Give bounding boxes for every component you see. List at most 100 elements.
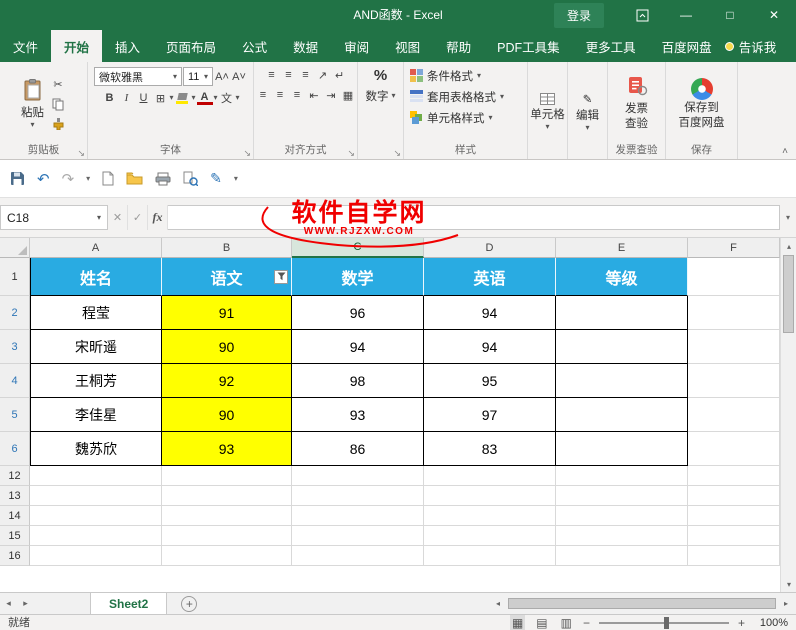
cell-B1[interactable]: 语文 xyxy=(162,258,292,296)
align-right-button[interactable]: ≡ xyxy=(289,87,305,103)
cell-E6[interactable] xyxy=(556,432,688,466)
column-header-c[interactable]: C xyxy=(292,238,424,258)
close-button[interactable]: ✕ xyxy=(752,0,796,30)
save-button[interactable] xyxy=(10,171,25,186)
cell-B4[interactable]: 92 xyxy=(162,364,292,398)
select-all-button[interactable] xyxy=(0,238,30,258)
confirm-entry-button[interactable]: ✓ xyxy=(128,205,148,230)
new-sheet-button[interactable]: + xyxy=(181,595,198,612)
editing-button[interactable]: ✎ 编辑 ▾ xyxy=(576,92,599,132)
wrap-text-button[interactable]: ↵ xyxy=(332,67,348,83)
cell-C1[interactable]: 数学 xyxy=(292,258,424,296)
ribbon-tab-5[interactable]: 数据 xyxy=(280,30,331,62)
cell-C16[interactable] xyxy=(292,546,424,566)
cell-D3[interactable]: 94 xyxy=(424,330,556,364)
file-tab[interactable]: 文件 xyxy=(0,30,51,62)
cell-B6[interactable]: 93 xyxy=(162,432,292,466)
conditional-formatting-button[interactable]: 条件格式 ▾ xyxy=(406,67,525,84)
cell-B12[interactable] xyxy=(162,466,292,486)
cell-A14[interactable] xyxy=(30,506,162,526)
cell-A2[interactable]: 程莹 xyxy=(30,296,162,330)
login-button[interactable]: 登录 xyxy=(553,2,604,28)
cell-F4[interactable] xyxy=(688,364,780,398)
cell-B13[interactable] xyxy=(162,486,292,506)
ribbon-tab-3[interactable]: 页面布局 xyxy=(153,30,229,62)
cell-D5[interactable]: 97 xyxy=(424,398,556,432)
cell-C12[interactable] xyxy=(292,466,424,486)
cell-C4[interactable]: 98 xyxy=(292,364,424,398)
print-button[interactable] xyxy=(155,172,171,186)
horizontal-scrollbar[interactable]: ◂ ▸ xyxy=(490,593,796,614)
ribbon-tab-8[interactable]: 帮助 xyxy=(433,30,484,62)
name-box-dropdown[interactable]: ▾ xyxy=(97,213,101,222)
row-header-6[interactable]: 6 xyxy=(0,432,30,466)
cell-A5[interactable]: 李佳星 xyxy=(30,398,162,432)
cell-D14[interactable] xyxy=(424,506,556,526)
cell-A4[interactable]: 王桐芳 xyxy=(30,364,162,398)
cell-F1[interactable] xyxy=(688,258,780,296)
cell-E1[interactable]: 等级 xyxy=(556,258,688,296)
qat-dropdown[interactable]: ▾ xyxy=(86,174,90,183)
formula-bar-expand-button[interactable]: ▾ xyxy=(780,213,796,222)
undo-button[interactable]: ↶ xyxy=(37,170,50,188)
underline-button[interactable]: U xyxy=(135,90,151,106)
cell-F12[interactable] xyxy=(688,466,780,486)
cell-E13[interactable] xyxy=(556,486,688,506)
hscroll-left-button[interactable]: ◂ xyxy=(490,596,506,612)
font-dialog-launcher[interactable]: ↘ xyxy=(243,149,251,158)
cell-C15[interactable] xyxy=(292,526,424,546)
sheet-nav-left-button[interactable]: ◂ xyxy=(0,593,17,614)
cell-F13[interactable] xyxy=(688,486,780,506)
decrease-indent-button[interactable]: ⇤ xyxy=(306,87,322,103)
cell-A1[interactable]: 姓名 xyxy=(30,258,162,296)
cell-D16[interactable] xyxy=(424,546,556,566)
column-header-d[interactable]: D xyxy=(424,238,556,258)
qat-customize-dropdown[interactable]: ▾ xyxy=(234,174,238,183)
cell-C3[interactable]: 94 xyxy=(292,330,424,364)
row-header-14[interactable]: 14 xyxy=(0,506,30,526)
cell-E16[interactable] xyxy=(556,546,688,566)
tell-me-button[interactable]: 告诉我 xyxy=(724,37,776,56)
font-color-button[interactable]: A xyxy=(196,91,213,105)
cell-C6[interactable]: 86 xyxy=(292,432,424,466)
sheet-tab-sheet2[interactable]: Sheet2 xyxy=(90,593,168,614)
cell-E12[interactable] xyxy=(556,466,688,486)
zoom-level[interactable]: 100% xyxy=(754,615,788,630)
zoom-slider[interactable] xyxy=(598,616,729,629)
cell-C13[interactable] xyxy=(292,486,424,506)
ribbon-tab-4[interactable]: 公式 xyxy=(229,30,280,62)
cell-A12[interactable] xyxy=(30,466,162,486)
new-file-button[interactable] xyxy=(102,171,114,186)
cells-button[interactable]: 单元格 ▾ xyxy=(530,93,565,131)
ribbon-tab-1[interactable]: 开始 xyxy=(51,30,103,62)
name-box[interactable]: C18 ▾ xyxy=(0,205,108,230)
align-middle-button[interactable]: ≡ xyxy=(281,67,297,83)
decrease-font-size-button[interactable]: A˅ xyxy=(231,69,247,85)
align-left-button[interactable]: ≡ xyxy=(255,87,271,103)
ribbon-display-options-icon[interactable] xyxy=(620,0,664,30)
vertical-scrollbar-thumb[interactable] xyxy=(783,255,794,333)
ribbon-tab-9[interactable]: PDF工具集 xyxy=(484,30,573,62)
ribbon-tab-11[interactable]: 百度网盘 xyxy=(649,30,725,62)
cell-D2[interactable]: 94 xyxy=(424,296,556,330)
cell-A16[interactable] xyxy=(30,546,162,566)
cell-A3[interactable]: 宋昕遥 xyxy=(30,330,162,364)
font-size-combobox[interactable]: 11 ▾ xyxy=(183,67,213,86)
page-layout-view-button[interactable]: ▤ xyxy=(534,615,549,630)
zoom-out-button[interactable]: − xyxy=(583,615,590,630)
borders-button[interactable]: ⊞ xyxy=(152,90,168,106)
increase-font-size-button[interactable]: A˄ xyxy=(214,69,230,85)
copy-button[interactable] xyxy=(50,96,66,112)
minimize-button[interactable]: — xyxy=(664,0,708,30)
column-header-a[interactable]: A xyxy=(30,238,162,258)
cell-B2[interactable]: 91 xyxy=(162,296,292,330)
cell-E5[interactable] xyxy=(556,398,688,432)
cell-C5[interactable]: 93 xyxy=(292,398,424,432)
maximize-button[interactable]: □ xyxy=(708,0,752,30)
cell-A13[interactable] xyxy=(30,486,162,506)
ribbon-tab-2[interactable]: 插入 xyxy=(102,30,153,62)
cell-E4[interactable] xyxy=(556,364,688,398)
clipboard-dialog-launcher[interactable]: ↘ xyxy=(77,149,85,158)
cell-F14[interactable] xyxy=(688,506,780,526)
ribbon-tab-6[interactable]: 审阅 xyxy=(331,30,382,62)
